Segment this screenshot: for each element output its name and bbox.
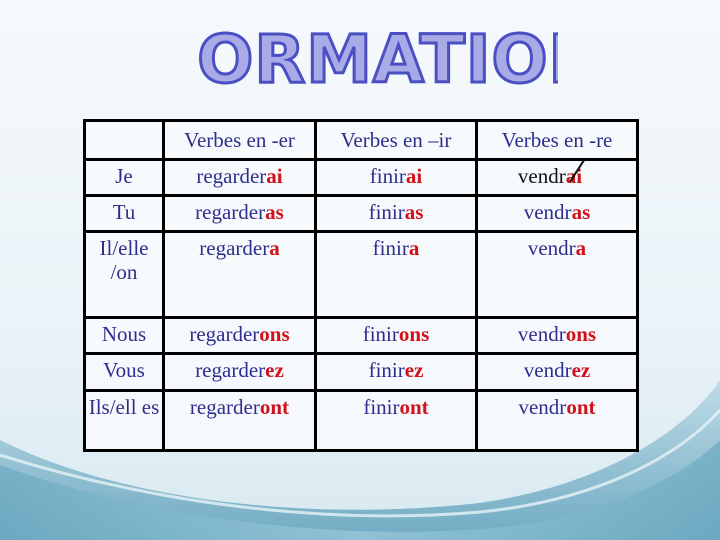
verb-stem: finir — [368, 200, 405, 224]
verb-stem: vendr — [523, 200, 572, 224]
conjugation-cell-ir: finirez — [314, 352, 478, 392]
verb-ending: ons — [398, 322, 430, 346]
conjugation-cell-ir: finirons — [314, 316, 478, 355]
verb-stem: vendr — [527, 236, 576, 260]
verb-stem: regarder — [195, 358, 266, 382]
title-text: FORMATION — [198, 21, 558, 98]
table-row: Vous regarderez finirez vendrez — [83, 352, 639, 392]
conjugation-cell-er: regarderont — [162, 389, 317, 452]
pronoun-cell: Nous — [83, 316, 165, 355]
verb-stem: finir — [372, 236, 409, 260]
conjugation-cell-ir: finiront — [314, 389, 478, 452]
verb-ending: ons — [259, 322, 290, 346]
verb-stem: vendr — [523, 358, 572, 382]
verb-stem: regarder — [195, 200, 266, 224]
conjugation-cell-re: vendrai — [475, 158, 639, 197]
table-row: Tu regarderas finiras vendras — [83, 194, 639, 233]
page-title: FORMATION — [150, 18, 606, 100]
pronoun-cell: Vous — [83, 352, 165, 392]
pronoun-cell: Ils/ell es — [83, 389, 165, 452]
header-cell-ir: Verbes en –ir — [314, 119, 478, 161]
verb-ending: ez — [265, 358, 284, 382]
pronoun-cell: Je — [83, 158, 165, 197]
conjugation-cell-re: vendrez — [475, 352, 639, 392]
conjugation-cell-er: regarderez — [162, 352, 317, 392]
verb-ending: as — [404, 200, 424, 224]
verb-stem: finir — [369, 164, 406, 188]
conjugation-cell-ir: finira — [314, 230, 478, 319]
verb-stem: vendr — [518, 395, 567, 419]
verb-stem: finir — [363, 395, 400, 419]
verb-ending: ez — [404, 358, 424, 382]
verb-stem: vendr — [517, 164, 566, 188]
conjugation-cell-er: regarderas — [162, 194, 317, 233]
verb-ending: as — [571, 200, 591, 224]
conjugation-cell-er: regardera — [162, 230, 317, 319]
verb-stem: regarder — [189, 395, 260, 419]
conjugation-cell-re: vendront — [475, 389, 639, 452]
verb-ending: ont — [259, 395, 290, 419]
pronoun-cell: Il/elle /on — [83, 230, 165, 319]
verb-stem: regarder — [196, 164, 267, 188]
conjugation-cell-er: regarderai — [162, 158, 317, 197]
conjugation-cell-re: vendrons — [475, 316, 639, 355]
conjugation-cell-ir: finiras — [314, 194, 478, 233]
table-row: Ils/ell es regarderont finiront vendront — [83, 389, 639, 452]
verb-ending: ont — [399, 395, 429, 419]
conjugation-cell-re: vendra — [475, 230, 639, 319]
verb-ending: ont — [566, 395, 596, 419]
verb-stem: regarder — [189, 322, 260, 346]
pronoun-cell: Tu — [83, 194, 165, 233]
verb-stem: finir — [368, 358, 405, 382]
verb-stem: regarder — [199, 236, 270, 260]
verb-ending: a — [575, 236, 587, 260]
conjugation-table: Verbes en -er Verbes en –ir Verbes en -r… — [83, 119, 639, 452]
header-cell-er: Verbes en -er — [162, 119, 317, 161]
header-cell-re: Verbes en -re — [475, 119, 639, 161]
table-row: Je regarderai finirai vendrai — [83, 158, 639, 197]
verb-ending: ai — [405, 164, 423, 188]
conjugation-cell-ir: finirai — [314, 158, 478, 197]
verb-ending: ons — [565, 322, 597, 346]
verb-ending: a — [408, 236, 420, 260]
verb-ending: ez — [571, 358, 591, 382]
verb-ending: ai — [266, 164, 283, 188]
table-header-row: Verbes en -er Verbes en –ir Verbes en -r… — [83, 119, 639, 161]
conjugation-cell-re: vendras — [475, 194, 639, 233]
verb-stem: vendr — [517, 322, 566, 346]
annotated-verb: vendrai — [517, 159, 585, 188]
verb-stem: finir — [362, 322, 399, 346]
conjugation-cell-er: regarderons — [162, 316, 317, 355]
table-row: Il/elle /on regardera finira vendra — [83, 230, 639, 319]
header-cell-empty — [83, 119, 165, 161]
table-row: Nous regarderons finirons vendrons — [83, 316, 639, 355]
verb-ending: a — [269, 236, 280, 260]
verb-ending: as — [265, 200, 284, 224]
